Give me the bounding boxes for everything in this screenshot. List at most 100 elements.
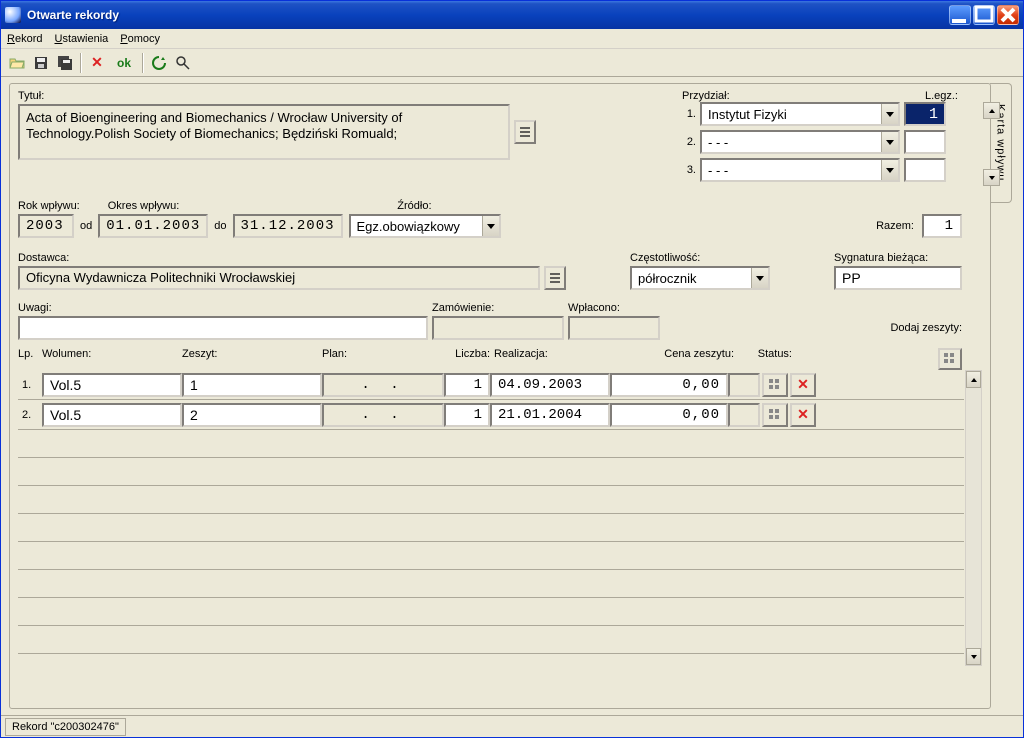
date-to-field[interactable]: 31.12.2003: [233, 214, 343, 238]
issue-row: 2.Vol.52. .121.01.20040,00 ✕: [18, 400, 964, 430]
title-field[interactable]: Acta of Bioengineering and Biomechanics …: [18, 104, 510, 160]
row-detail-button[interactable]: [762, 373, 788, 397]
count-cell[interactable]: 1: [444, 403, 490, 427]
statusbar: Rekord "c200302476": [1, 715, 1023, 737]
x-icon: ✕: [91, 54, 103, 71]
row-delete-button[interactable]: ✕: [790, 403, 816, 427]
client-area: Karta wpływu Tytuł: Acta of Bioengineeri…: [1, 77, 1023, 715]
delete-button[interactable]: ✕: [85, 52, 109, 74]
save-all-button[interactable]: [53, 52, 77, 74]
app-icon: [5, 7, 21, 23]
list-icon: [519, 126, 531, 138]
alloc-scroll-down[interactable]: [983, 169, 1000, 186]
price-cell[interactable]: 0,00: [610, 403, 728, 427]
menu-ustawienia[interactable]: Ustawienia: [54, 33, 108, 45]
alloc-qty[interactable]: 1: [904, 102, 946, 126]
issues-grid: 1.Vol.51. .104.09.20030,00✕2.Vol.52. .12…: [18, 370, 982, 666]
frequency-combo[interactable]: półrocznik: [630, 266, 770, 290]
price-cell[interactable]: 0,00: [610, 373, 728, 397]
grid-scrollbar[interactable]: [965, 370, 982, 666]
count-cell[interactable]: 1: [444, 373, 490, 397]
add-issues-button[interactable]: [938, 348, 962, 370]
dropdown-arrow-icon: [881, 132, 898, 152]
issue-row: 1.Vol.51. .104.09.20030,00✕: [18, 370, 964, 400]
alloc-value: - - -: [702, 135, 881, 150]
alloc-qty[interactable]: [904, 130, 946, 154]
status-cell[interactable]: [728, 403, 760, 427]
plan-cell[interactable]: . .: [322, 403, 444, 427]
notes-label: Uwagi:: [18, 302, 428, 314]
status-cell[interactable]: [728, 373, 760, 397]
dropdown-arrow-icon: [881, 104, 898, 124]
dropdown-arrow-icon: [751, 268, 768, 288]
to-label: do: [214, 220, 226, 232]
title-label: Tytuł:: [18, 90, 558, 102]
plan-cell[interactable]: . .: [322, 373, 444, 397]
search-button[interactable]: [171, 52, 195, 74]
menu-pomocy[interactable]: Pomocy: [120, 33, 160, 45]
supplier-field[interactable]: Oficyna Wydawnicza Politechniki Wrocławs…: [18, 266, 540, 290]
alloc-combo[interactable]: - - -: [700, 130, 900, 154]
supplier-lookup-button[interactable]: [544, 266, 566, 290]
empty-row: [18, 514, 964, 542]
titlebar: Otwarte rekordy: [1, 1, 1023, 29]
close-button[interactable]: [997, 5, 1019, 25]
window-buttons: [949, 5, 1019, 25]
open-button[interactable]: [5, 52, 29, 74]
notes-field[interactable]: [18, 316, 428, 340]
col-volume: Wolumen:: [42, 348, 182, 370]
order-field: [432, 316, 564, 340]
alloc-value: - - -: [702, 163, 881, 178]
issue-cell[interactable]: 1: [182, 373, 322, 397]
supplier-label: Dostawca:: [18, 252, 566, 264]
grid-icon: [768, 378, 782, 392]
total-field: 1: [922, 214, 962, 238]
source-combo[interactable]: Egz.obowiązkowy: [349, 214, 501, 238]
menu-rekord[interactable]: Rekord: [7, 33, 42, 45]
realization-cell[interactable]: 21.01.2004: [490, 403, 610, 427]
window-title: Otwarte rekordy: [27, 8, 949, 22]
alloc-combo[interactable]: - - -: [700, 158, 900, 182]
scroll-up-button[interactable]: [966, 371, 981, 388]
alloc-index: 3.: [682, 164, 696, 176]
col-issue: Zeszyt:: [182, 348, 322, 370]
year-label: Rok wpływu:: [18, 200, 80, 212]
grid-icon: [768, 408, 782, 422]
col-lp: Lp.: [18, 348, 42, 370]
row-detail-button[interactable]: [762, 403, 788, 427]
realization-cell[interactable]: 04.09.2003: [490, 373, 610, 397]
year-field[interactable]: 2003: [18, 214, 74, 238]
main-panel: Tytuł: Acta of Bioengineering and Biomec…: [9, 83, 991, 709]
minimize-button[interactable]: [949, 5, 971, 25]
date-from-field[interactable]: 01.01.2003: [98, 214, 208, 238]
volume-cell[interactable]: Vol.5: [42, 403, 182, 427]
toolbar: ✕ ok: [1, 49, 1023, 77]
scroll-down-button[interactable]: [966, 648, 981, 665]
maximize-button[interactable]: [973, 5, 995, 25]
allocation-row: 3. - - -: [682, 158, 982, 182]
alloc-combo[interactable]: Instytut Fizyki: [700, 102, 900, 126]
alloc-index: 2.: [682, 136, 696, 148]
allocation-row: 2. - - -: [682, 130, 982, 154]
title-lookup-button[interactable]: [514, 120, 536, 144]
qty-label: L.egz.:: [925, 90, 958, 102]
save-button[interactable]: [29, 52, 53, 74]
x-icon: ✕: [797, 406, 809, 423]
dropdown-arrow-icon: [881, 160, 898, 180]
add-issues-label: Dodaj zeszyty:: [890, 322, 962, 334]
volume-cell[interactable]: Vol.5: [42, 373, 182, 397]
row-delete-button[interactable]: ✕: [790, 373, 816, 397]
frequency-label: Częstotliwość:: [630, 252, 770, 264]
issue-cell[interactable]: 2: [182, 403, 322, 427]
period-label: Okres wpływu:: [108, 200, 180, 212]
signature-field[interactable]: PP: [834, 266, 962, 290]
refresh-button[interactable]: [147, 52, 171, 74]
alloc-scroll-up[interactable]: [983, 102, 1000, 119]
ok-button[interactable]: ok: [109, 52, 139, 74]
row-index: 2.: [18, 409, 42, 421]
col-realization: Realizacja:: [494, 348, 614, 370]
signature-label: Sygnatura bieżąca:: [834, 252, 962, 264]
alloc-value: Instytut Fizyki: [702, 107, 881, 122]
alloc-qty[interactable]: [904, 158, 946, 182]
empty-row: [18, 542, 964, 570]
